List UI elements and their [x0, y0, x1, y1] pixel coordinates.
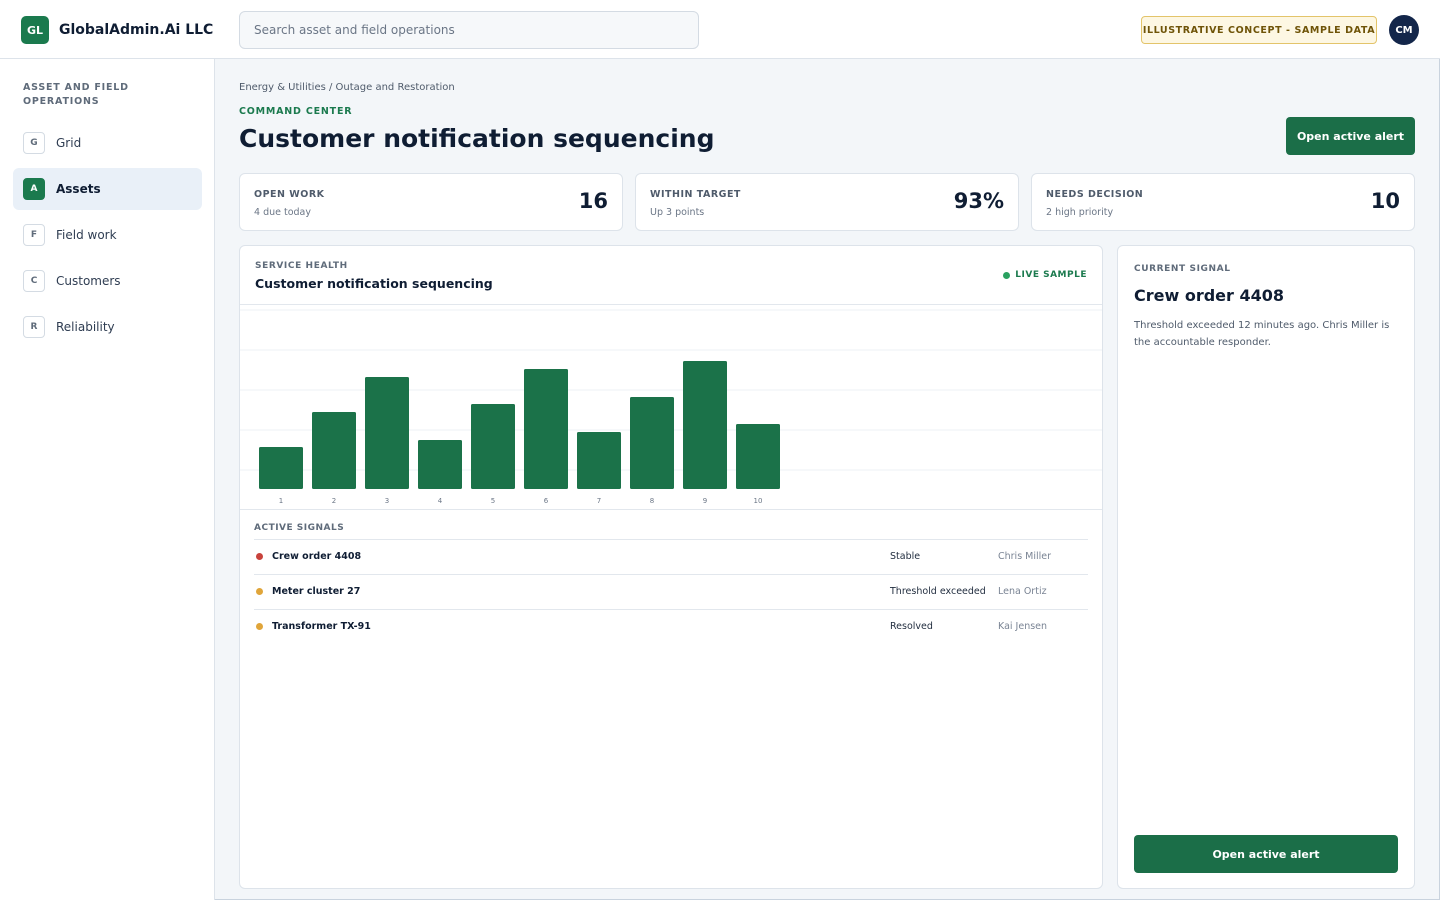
kpi-value: 93%: [953, 189, 1004, 213]
brand-logo: GL: [21, 16, 49, 44]
chart-bar[interactable]: [259, 447, 303, 489]
status-dot-icon: [256, 623, 263, 630]
concept-badge: ILLUSTRATIVE CONCEPT - SAMPLE DATA: [1141, 16, 1377, 44]
open-active-alert-button-secondary[interactable]: Open active alert: [1134, 835, 1398, 873]
signal-owner: Lena Ortiz: [998, 586, 1047, 597]
signal-row[interactable]: Crew order 4408 Stable Chris Miller: [254, 539, 1088, 574]
signal-name: Crew order 4408: [272, 551, 362, 562]
chart-bar[interactable]: [577, 432, 621, 489]
chart-tick-label: 6: [544, 497, 549, 505]
section-eyebrow: COMMAND CENTER: [239, 106, 353, 117]
sidebar-item-label: Reliability: [56, 320, 115, 334]
kpi-card-within-target: WITHIN TARGET Up 3 points 93%: [635, 173, 1019, 231]
signal-status: Threshold exceeded: [890, 586, 986, 597]
assets-icon: A: [23, 178, 45, 200]
field-work-icon: F: [23, 224, 45, 246]
signal-status: Stable: [890, 551, 921, 562]
sidebar-item-label: Assets: [56, 182, 101, 196]
status-dot-icon: [256, 553, 263, 560]
current-signal-eyebrow: CURRENT SIGNAL: [1134, 264, 1231, 274]
live-dot-icon: [1003, 271, 1011, 279]
sidebar-item-label: Grid: [56, 136, 82, 150]
chart-tick-label: 5: [491, 497, 495, 505]
chart-tick-label: 3: [385, 497, 389, 505]
service-health-panel: SERVICE HEALTH Customer notification seq…: [239, 245, 1103, 889]
breadcrumb: Energy & Utilities / Outage and Restorat…: [239, 82, 455, 93]
sidebar-heading: ASSET AND FIELD OPERATIONS: [23, 82, 129, 107]
status-dot-icon: [256, 588, 263, 595]
brand[interactable]: GL GlobalAdmin.Ai LLC: [21, 16, 213, 44]
kpi-label: OPEN WORK: [254, 189, 325, 200]
search-input[interactable]: [239, 11, 699, 49]
top-bar: GL GlobalAdmin.Ai LLC ILLUSTRATIVE CONCE…: [0, 0, 1440, 59]
user-avatar[interactable]: CM: [1389, 15, 1419, 45]
kpi-label: NEEDS DECISION: [1046, 189, 1144, 200]
current-signal-description: Threshold exceeded 12 minutes ago. Chris…: [1134, 320, 1390, 348]
sidebar-item-grid[interactable]: G Grid: [13, 122, 202, 164]
live-sample-label: LIVE SAMPLE: [1015, 270, 1087, 280]
sidebar-item-field-work[interactable]: F Field work: [13, 214, 202, 256]
customers-icon: C: [23, 270, 45, 292]
signal-status: Resolved: [890, 621, 933, 632]
chart-tick-label: 10: [754, 497, 763, 505]
chart-tick-label: 8: [650, 497, 654, 505]
current-signal-title: Crew order 4408: [1134, 286, 1285, 305]
kpi-card-needs-decision: NEEDS DECISION 2 high priority 10: [1031, 173, 1415, 231]
kpi-subtext: Up 3 points: [650, 207, 705, 218]
open-active-alert-button[interactable]: Open active alert: [1286, 117, 1415, 155]
signal-name: Meter cluster 27: [272, 586, 361, 597]
signal-row[interactable]: Transformer TX-91 Resolved Kai Jensen: [254, 609, 1088, 644]
chart-bar[interactable]: [683, 361, 727, 489]
kpi-value: 16: [578, 189, 608, 213]
live-sample-badge: LIVE SAMPLE: [1003, 270, 1087, 280]
chart-tick-label: 7: [597, 497, 601, 505]
kpi-subtext: 4 due today: [254, 207, 311, 218]
panel-title: Customer notification sequencing: [255, 276, 493, 291]
chart-tick-label: 9: [703, 497, 707, 505]
chart-tick-label: 1: [279, 497, 283, 505]
bar-chart: 1 2 3 4 5 6 7 8 9 10: [240, 309, 1102, 505]
panel-divider: [240, 509, 1102, 510]
grid-icon: G: [23, 132, 45, 154]
chart-bar[interactable]: [471, 404, 515, 489]
chart-bar[interactable]: [418, 440, 462, 489]
sidebar: ASSET AND FIELD OPERATIONS G Grid A Asse…: [0, 59, 215, 900]
sidebar-item-label: Customers: [56, 274, 121, 288]
kpi-subtext: 2 high priority: [1046, 207, 1114, 218]
page-title: Customer notification sequencing: [239, 124, 715, 153]
signal-owner: Chris Miller: [998, 551, 1052, 562]
signal-row[interactable]: Meter cluster 27 Threshold exceeded Lena…: [254, 574, 1088, 609]
chart-bar[interactable]: [312, 412, 356, 489]
panel-divider: [240, 304, 1102, 305]
signal-owner: Kai Jensen: [998, 621, 1048, 632]
sidebar-item-assets[interactable]: A Assets: [13, 168, 202, 210]
reliability-icon: R: [23, 316, 45, 338]
chart-bar[interactable]: [365, 377, 409, 489]
chart-tick-label: 2: [332, 497, 336, 505]
sidebar-item-customers[interactable]: C Customers: [13, 260, 202, 302]
panel-eyebrow: SERVICE HEALTH: [255, 261, 348, 271]
active-signals-heading: ACTIVE SIGNALS: [254, 523, 345, 533]
kpi-card-open-work: OPEN WORK 4 due today 16: [239, 173, 623, 231]
brand-name: GlobalAdmin.Ai LLC: [59, 22, 214, 38]
kpi-label: WITHIN TARGET: [650, 189, 741, 200]
kpi-value: 10: [1370, 189, 1400, 213]
chart-tick-label: 4: [438, 497, 443, 505]
current-signal-panel: CURRENT SIGNAL Crew order 4408 Threshold…: [1117, 245, 1415, 889]
chart-bar[interactable]: [524, 369, 568, 489]
signal-name: Transformer TX-91: [272, 621, 371, 632]
sidebar-item-reliability[interactable]: R Reliability: [13, 306, 202, 348]
sidebar-item-label: Field work: [56, 228, 117, 242]
chart-bar[interactable]: [630, 397, 674, 489]
chart-bar[interactable]: [736, 424, 780, 489]
